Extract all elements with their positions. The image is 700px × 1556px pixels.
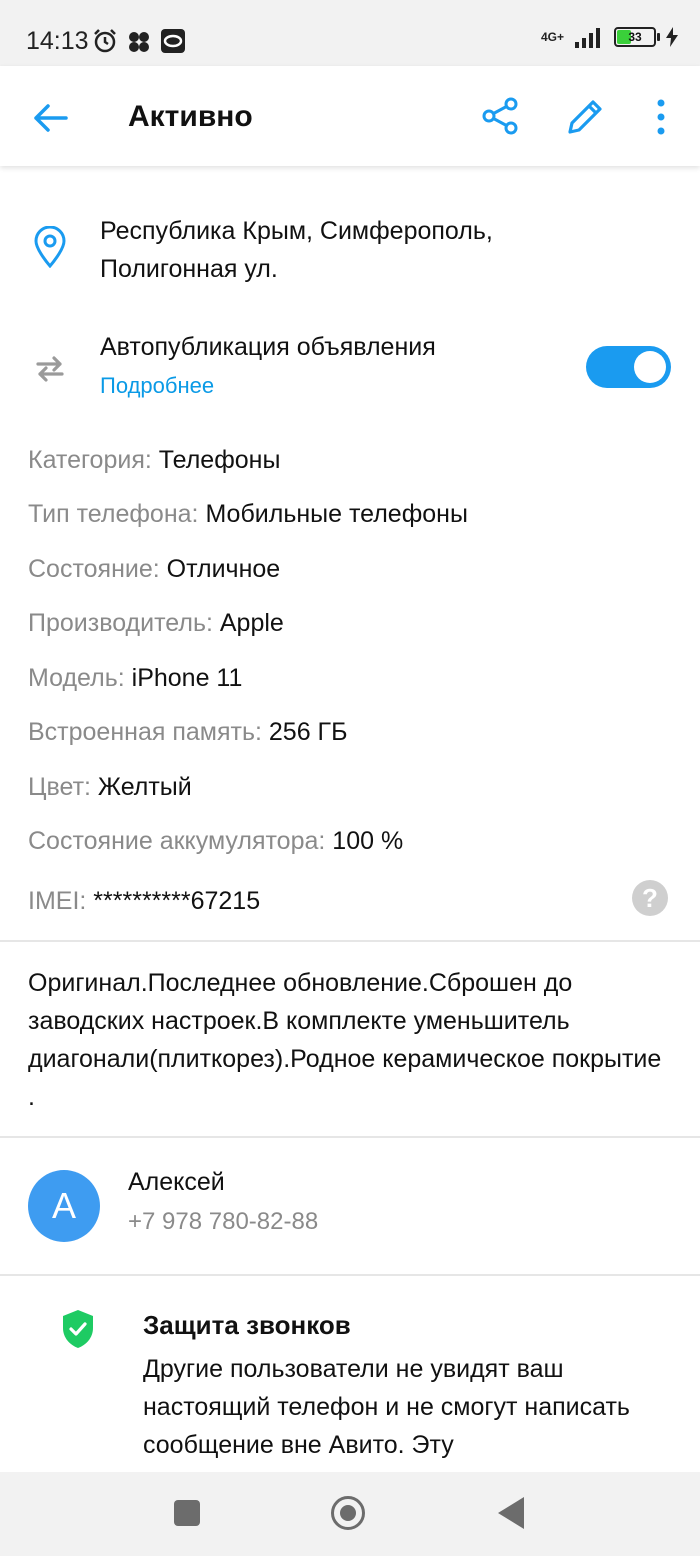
param-key: Модель: [28, 664, 125, 692]
recents-square-icon[interactable] [174, 1500, 200, 1526]
battery-level: 33 [628, 30, 642, 44]
alarm-icon [94, 29, 116, 53]
page-title: Активно [128, 100, 253, 133]
param-value: 256 ГБ [268, 718, 348, 746]
param-value: Желтый [97, 773, 192, 801]
param-row: Цвет: Желтый [28, 773, 192, 802]
param-value: iPhone 11 [131, 664, 243, 692]
location-pin-icon [34, 226, 66, 268]
param-key: Состояние: [28, 555, 160, 583]
charging-icon [666, 27, 678, 47]
divider [0, 1136, 700, 1138]
divider [0, 1274, 700, 1276]
param-key: Цвет: [28, 773, 91, 801]
status-right: 4G+ 33 [541, 26, 678, 48]
autopublish-toggle[interactable] [586, 346, 671, 388]
param-row: Тип телефона: Мобильные телефоны [28, 500, 468, 529]
param-value: **********67215 [93, 887, 261, 915]
help-question-icon[interactable]: ? [632, 880, 668, 916]
toggle-knob [634, 351, 666, 383]
param-row: Категория: Телефоны [28, 446, 280, 475]
autopublish-title: Автопубликация объявления [100, 333, 436, 361]
call-protection-text: Другие пользователи не увидят ваш настоя… [143, 1355, 630, 1459]
back-arrow-icon[interactable] [30, 98, 70, 138]
param-key: Производитель: [28, 609, 213, 637]
location-address: Республика Крым, Симферополь, Полигонная… [100, 212, 660, 288]
seller-phone: +7 978 780-82-88 [128, 1208, 319, 1235]
more-vertical-icon[interactable] [646, 96, 676, 138]
param-row: Состояние аккумулятора: 100 % [28, 827, 403, 856]
app-icon [129, 32, 149, 52]
param-value: Телефоны [158, 446, 281, 474]
home-circle-icon[interactable] [331, 1496, 365, 1530]
param-key: IMEI: [28, 887, 87, 915]
param-row: Встроенная память: 256 ГБ [28, 718, 348, 747]
param-row: Производитель: Apple [28, 609, 284, 638]
status-notification-icons [92, 28, 186, 54]
divider [0, 940, 700, 942]
seller-name: Алексей [128, 1168, 225, 1196]
back-triangle-icon[interactable] [498, 1497, 524, 1529]
param-row: Состояние: Отличное [28, 555, 280, 584]
status-time: 14:13 [26, 27, 89, 55]
seller-avatar[interactable]: А [28, 1170, 100, 1242]
repeat-icon [36, 356, 64, 382]
call-protection-title: Защита звонков [143, 1310, 351, 1340]
app-badge-icon [161, 29, 185, 53]
param-key: Категория: [28, 446, 152, 474]
param-row: Модель: iPhone 11 [28, 664, 242, 693]
share-icon[interactable] [480, 96, 520, 136]
listing-description: Оригинал.Последнее обновление.Сброшен до… [28, 969, 662, 1111]
param-key: Тип телефона: [28, 500, 199, 528]
signal-icon [575, 28, 600, 48]
param-value: Мобильные телефоны [205, 500, 468, 528]
edit-pencil-icon[interactable] [564, 96, 606, 138]
battery-icon: 33 [614, 27, 660, 47]
param-key: Состояние аккумулятора: [28, 827, 326, 855]
param-row-imei: IMEI: **********67215 [28, 887, 260, 916]
shield-check-icon [63, 1310, 93, 1348]
param-value: Отличное [166, 555, 281, 583]
address-line-1: Республика Крым, Симферополь, [100, 217, 493, 245]
param-value: Apple [219, 609, 284, 637]
address-line-2: Полигонная ул. [100, 255, 278, 283]
param-value: 100 % [332, 827, 404, 855]
param-key: Встроенная память: [28, 718, 262, 746]
network-type: 4G+ [540, 30, 564, 44]
app-bar: Активно [0, 66, 700, 166]
autopublish-more-link[interactable]: Подробнее [100, 373, 214, 399]
status-bar: 14:13 4G+ 33 [0, 0, 700, 66]
